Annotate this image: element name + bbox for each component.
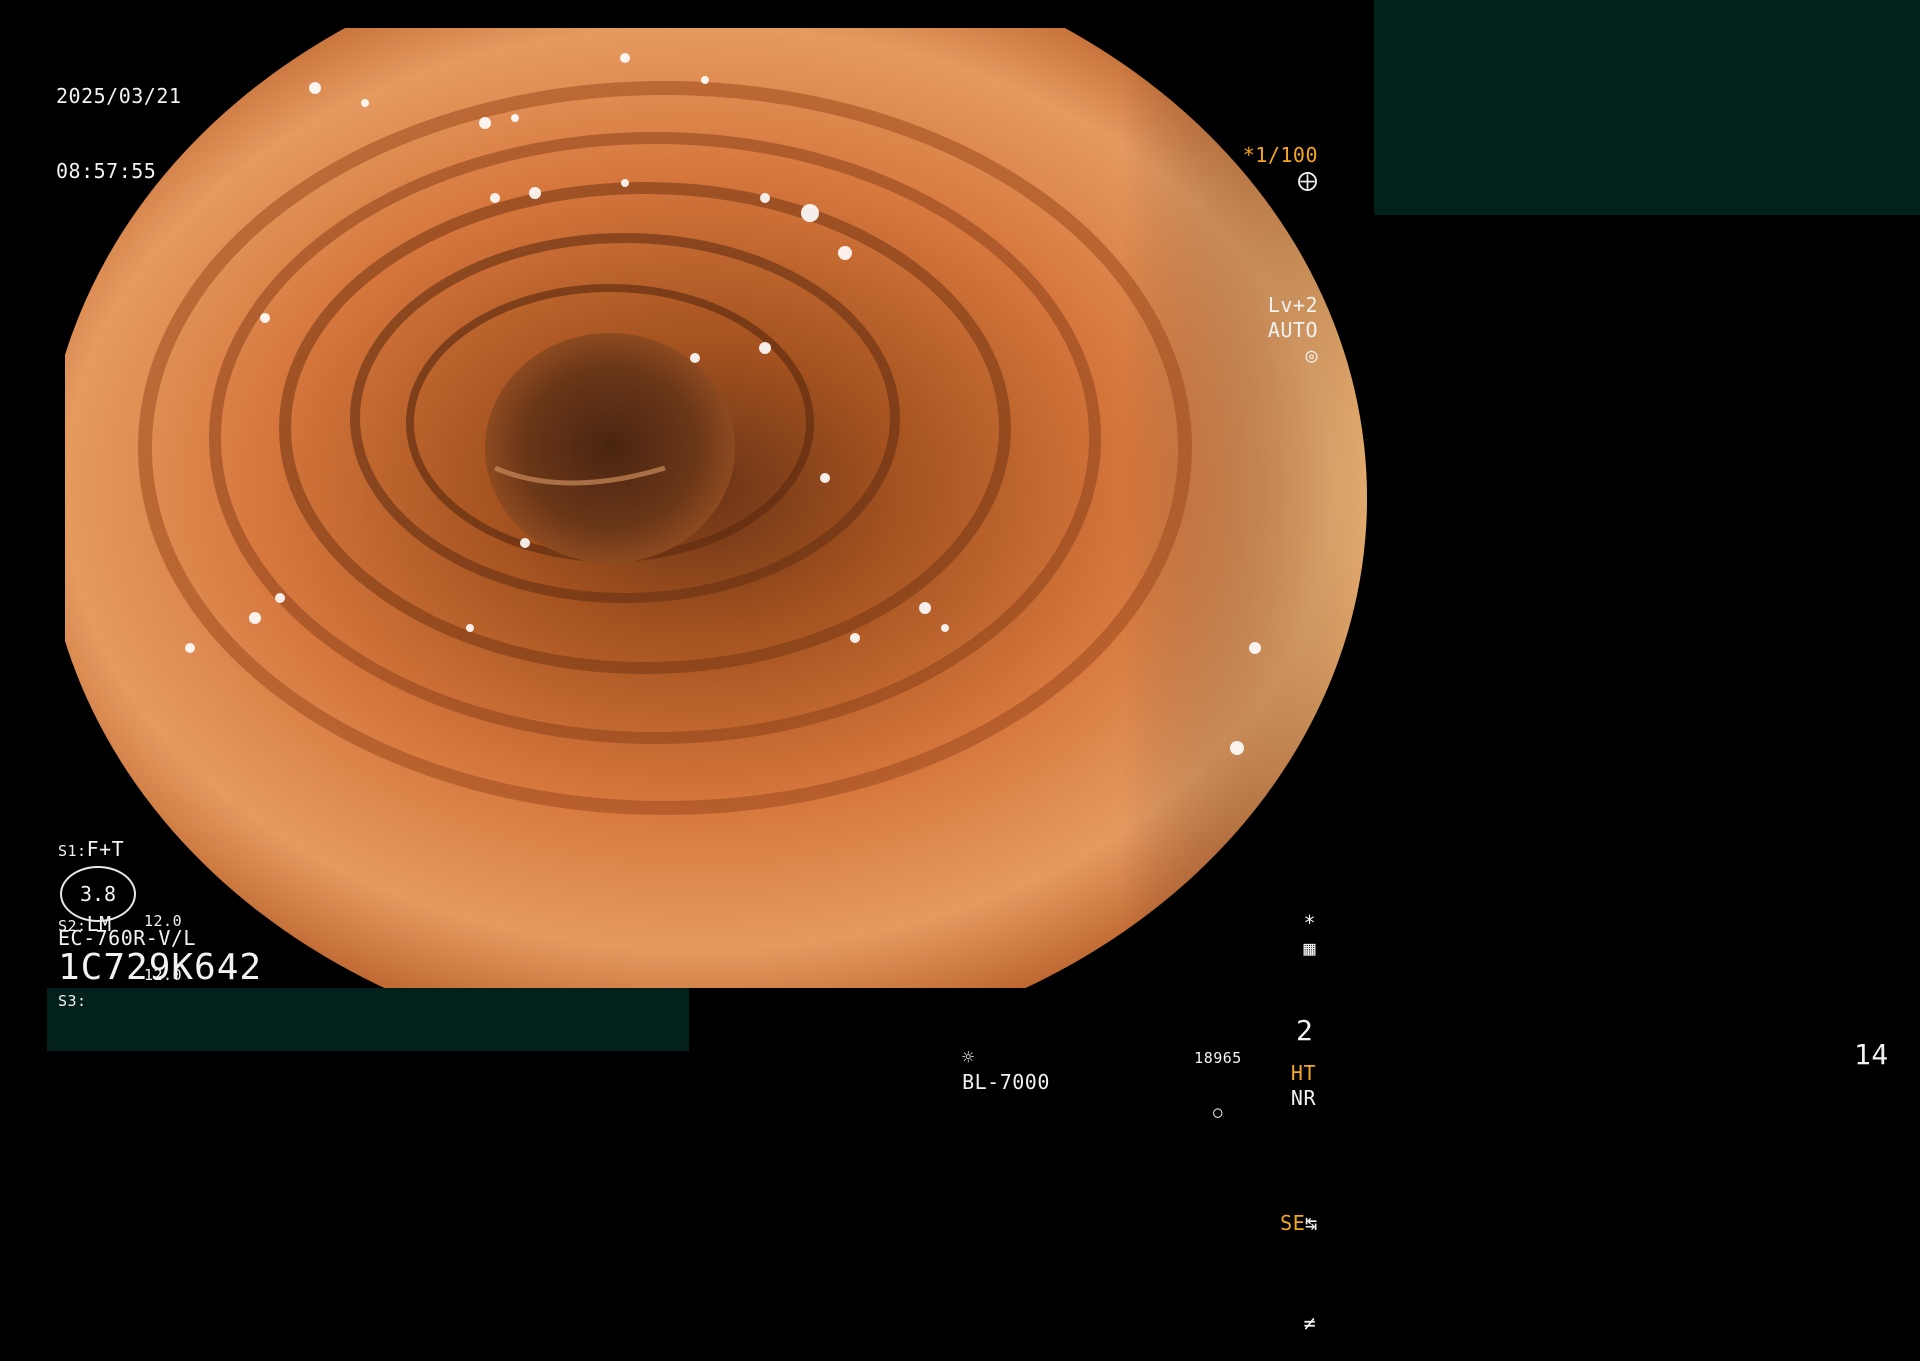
zoom-indicator: 3.8 bbox=[60, 866, 136, 922]
scope-serial: 1C729K642 bbox=[58, 947, 263, 988]
date-time: 2025/03/21 08:57:55 bbox=[56, 34, 181, 209]
storage-icon: ◯ bbox=[1213, 1103, 1223, 1121]
masked-panel-top-right bbox=[1374, 0, 1920, 215]
image-processing-osd: * ▦ HT NR SE↹ ≠ bbox=[1230, 836, 1318, 1361]
sharpness-icon: ≠ bbox=[1303, 1311, 1316, 1335]
counter-text: 18965 bbox=[1194, 1049, 1242, 1067]
nr-text: NR bbox=[1290, 1086, 1316, 1110]
exposure-osd: *1/100 ⨁ Lv+2 AUTO ◎ bbox=[1192, 68, 1318, 418]
auto-iris-icon: ◎ bbox=[1305, 343, 1318, 367]
colon-lumen-image bbox=[65, 28, 1367, 988]
date-text: 2025/03/21 bbox=[56, 84, 182, 108]
shutter-text: *1/100 bbox=[1242, 143, 1318, 167]
channel-number: 2 bbox=[1296, 1014, 1314, 1047]
enhancement-icon: ↹ bbox=[1305, 1211, 1318, 1235]
light-source: ☼ BL-7000 bbox=[937, 1020, 1050, 1095]
s1-value: F+T bbox=[86, 837, 125, 861]
light-source-text: BL-7000 bbox=[962, 1070, 1050, 1094]
light-source-icon: ☼ bbox=[962, 1045, 975, 1069]
storage-counter: 18965 ◯ bbox=[1194, 1013, 1242, 1139]
shutter-icon: ⨁ bbox=[1297, 168, 1318, 192]
s3-key: S3: bbox=[58, 992, 87, 1010]
endoscopic-view bbox=[65, 28, 1385, 988]
star-text: * bbox=[1303, 911, 1316, 935]
se-text: SE bbox=[1280, 1211, 1306, 1235]
s1-key: S1: bbox=[58, 842, 87, 860]
mode-text: AUTO bbox=[1267, 318, 1318, 342]
time-text: 08:57:55 bbox=[56, 159, 157, 183]
image-menu-icon: ▦ bbox=[1303, 936, 1316, 960]
level-text: Lv+2 bbox=[1267, 293, 1318, 317]
page-number: 14 bbox=[1854, 1038, 1889, 1071]
zoom-value: 3.8 bbox=[79, 882, 117, 906]
ht-text: HT bbox=[1290, 1061, 1316, 1085]
